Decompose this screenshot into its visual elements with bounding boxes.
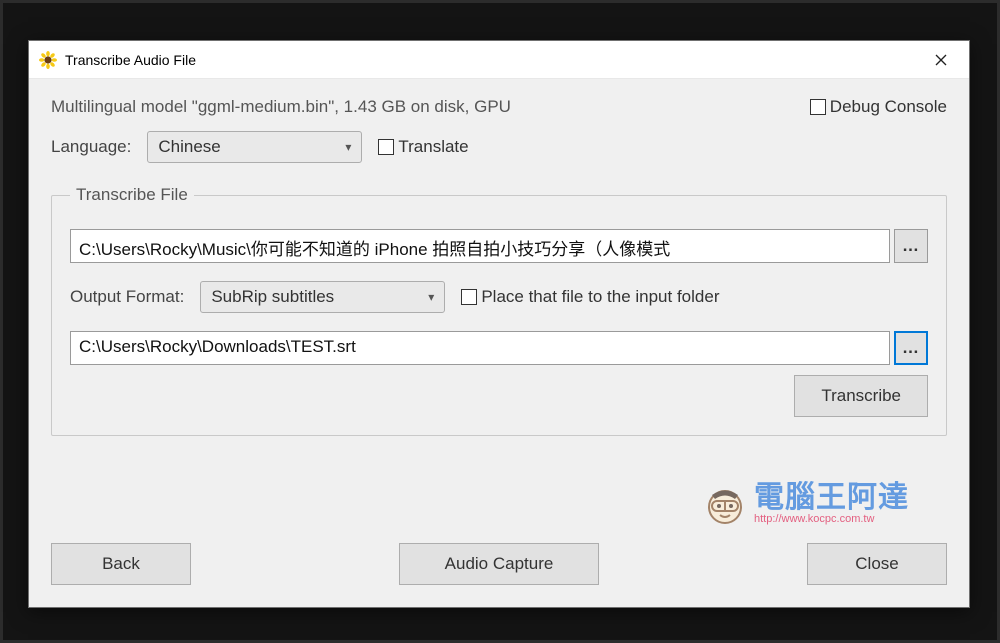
transcribe-button[interactable]: Transcribe	[794, 375, 928, 417]
translate-label: Translate	[398, 137, 468, 157]
place-in-folder-label: Place that file to the input folder	[481, 287, 719, 307]
model-info-label: Multilingual model "ggml-medium.bin", 1.…	[51, 97, 810, 117]
checkbox-icon	[378, 139, 394, 155]
output-format-label: Output Format:	[70, 287, 184, 307]
chevron-down-icon: ▾	[428, 290, 434, 304]
transcribe-file-group: Transcribe File C:\Users\Rocky\Music\你可能…	[51, 185, 947, 436]
debug-console-checkbox[interactable]: Debug Console	[810, 97, 947, 117]
browse-output-button[interactable]: …	[894, 331, 928, 365]
output-path-field[interactable]: C:\Users\Rocky\Downloads\TEST.srt	[70, 331, 890, 365]
translate-checkbox[interactable]: Translate	[378, 137, 468, 157]
input-path-field[interactable]: C:\Users\Rocky\Music\你可能不知道的 iPhone 拍照自拍…	[70, 229, 890, 263]
titlebar: Transcribe Audio File	[29, 41, 969, 79]
sunflower-icon	[39, 51, 57, 69]
output-format-select[interactable]: SubRip subtitles ▾	[200, 281, 445, 313]
language-value: Chinese	[158, 137, 220, 157]
audio-capture-button[interactable]: Audio Capture	[399, 543, 599, 585]
output-format-value: SubRip subtitles	[211, 287, 334, 307]
place-in-folder-checkbox[interactable]: Place that file to the input folder	[461, 287, 719, 307]
close-button[interactable]: Close	[807, 543, 947, 585]
language-label: Language:	[51, 137, 131, 157]
browse-input-button[interactable]: …	[894, 229, 928, 263]
language-select[interactable]: Chinese ▾	[147, 131, 362, 163]
back-button[interactable]: Back	[51, 543, 191, 585]
checkbox-icon	[461, 289, 477, 305]
window-title: Transcribe Audio File	[65, 52, 919, 68]
debug-console-label: Debug Console	[830, 97, 947, 117]
group-legend: Transcribe File	[70, 185, 194, 205]
transcribe-dialog: Transcribe Audio File Multilingual model…	[28, 40, 970, 608]
window-close-button[interactable]	[919, 45, 963, 75]
chevron-down-icon: ▾	[345, 140, 351, 154]
close-icon	[935, 54, 947, 66]
checkbox-icon	[810, 99, 826, 115]
